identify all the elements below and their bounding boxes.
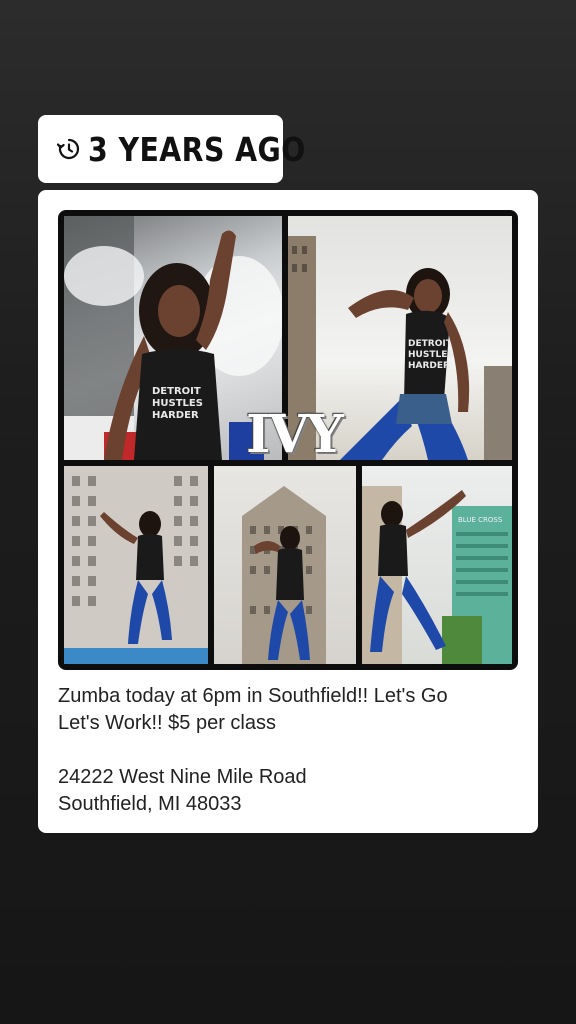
post-caption: Zumba today at 6pm in Southfield!! Let's… — [58, 685, 448, 815]
svg-text:HARDER: HARDER — [408, 361, 450, 371]
collage-overlay-text: IVY — [246, 404, 344, 465]
collage-photo-4 — [214, 466, 356, 664]
svg-text:DETROIT: DETROIT — [408, 339, 453, 349]
collage-photo-5: BLUE CROSS — [362, 466, 512, 664]
collage-photo-3 — [64, 466, 208, 664]
photo-collage[interactable]: DETROIT HUSTLES HARDER DETROIT HUSTLES H… — [58, 210, 518, 670]
memory-label: 3 YEARS AGO — [88, 129, 306, 169]
svg-text:HUSTLES: HUSTLES — [408, 350, 454, 360]
history-icon — [56, 137, 80, 161]
svg-text:HARDER: HARDER — [152, 410, 199, 421]
svg-text:HUSTLES: HUSTLES — [152, 398, 203, 409]
svg-text:DETROIT: DETROIT — [152, 386, 201, 397]
post-card[interactable]: DETROIT HUSTLES HARDER DETROIT HUSTLES H… — [38, 190, 538, 833]
svg-text:BLUE CROSS: BLUE CROSS — [458, 516, 503, 524]
memory-timestamp-badge[interactable]: 3 YEARS AGO — [38, 115, 305, 183]
